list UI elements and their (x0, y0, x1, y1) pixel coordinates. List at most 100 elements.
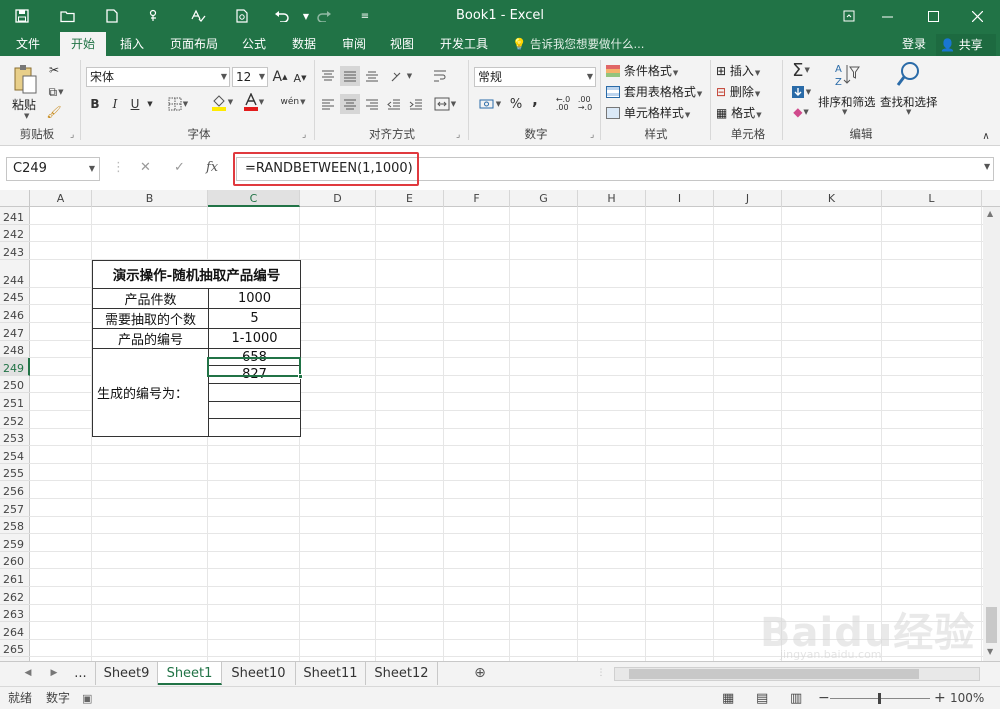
alignment-launcher-icon[interactable]: ⌟ (456, 130, 460, 140)
spellcheck-icon[interactable] (186, 4, 210, 28)
row-header-252[interactable]: 252 (0, 411, 30, 429)
align-middle-icon[interactable] (340, 66, 360, 86)
tab-review[interactable]: 审阅 (332, 32, 376, 56)
zoom-slider-knob[interactable] (878, 693, 881, 704)
open-icon[interactable] (56, 4, 80, 28)
sheet-tab-sheet11[interactable]: Sheet11 (296, 662, 366, 685)
number-launcher-icon[interactable]: ⌟ (590, 130, 594, 140)
customize-icon[interactable]: ≡ (353, 4, 377, 28)
print-preview-icon[interactable] (230, 4, 254, 28)
format-as-table-button[interactable]: 套用表格格式▼ (606, 83, 702, 100)
row-header-256[interactable]: 256 (0, 481, 30, 499)
decrease-decimal-icon[interactable]: .00 →.0 (576, 94, 594, 114)
shrink-font-icon[interactable]: A ▼ (292, 68, 308, 88)
table-title[interactable]: 演示操作-随机抽取产品编号 (92, 259, 301, 289)
cut-icon[interactable]: ✂ (44, 60, 64, 80)
add-sheet-button[interactable]: ⊕ (470, 662, 490, 685)
tell-me-box[interactable]: 💡 告诉我您想要做什么... (512, 32, 644, 56)
orientation-icon[interactable]: ▼ (386, 66, 416, 86)
align-top-icon[interactable] (318, 66, 338, 86)
increase-decimal-icon[interactable]: ←.0.00 (554, 94, 572, 114)
row-header-246[interactable]: 246 (0, 305, 30, 323)
table-row-label[interactable]: 产品的编号 (92, 327, 209, 349)
font-name-select[interactable]: 宋体 ▼ (86, 67, 230, 87)
row-header-262[interactable]: 262 (0, 587, 30, 605)
font-size-select[interactable]: 12 ▼ (232, 67, 268, 87)
tab-developer[interactable]: 开发工具 (432, 32, 496, 56)
row-header-265[interactable]: 265 (0, 640, 30, 658)
column-header-e[interactable]: E (376, 190, 444, 207)
row-header-263[interactable]: 263 (0, 605, 30, 623)
row-header-249[interactable]: 249 (0, 358, 30, 376)
table-row-value[interactable]: 1000 (208, 287, 301, 309)
row-header-251[interactable]: 251 (0, 393, 30, 411)
column-header-c[interactable]: C (208, 190, 300, 207)
redo-icon[interactable] (312, 4, 336, 28)
format-painter-icon[interactable]: 🖌 (44, 102, 64, 122)
result-cell[interactable] (208, 400, 301, 420)
page-break-view-icon[interactable]: ▥ (790, 687, 802, 709)
row-header-258[interactable]: 258 (0, 517, 30, 535)
tab-insert[interactable]: 插入 (110, 32, 154, 56)
row-header-245[interactable]: 245 (0, 288, 30, 306)
column-header-b[interactable]: B (92, 190, 208, 207)
tab-file[interactable]: 文件 (4, 32, 52, 56)
paste-icon[interactable] (10, 62, 40, 98)
row-header-243[interactable]: 243 (0, 242, 30, 260)
percent-button[interactable]: % (508, 94, 524, 114)
insert-function-icon[interactable]: fx (206, 160, 218, 175)
font-color-icon[interactable]: ▼ (240, 92, 268, 112)
align-bottom-icon[interactable] (362, 66, 382, 86)
align-left-icon[interactable] (318, 94, 338, 114)
tab-data[interactable]: 数据 (282, 32, 326, 56)
table-row-value[interactable]: 5 (208, 307, 301, 329)
result-cell[interactable]: 658 (208, 347, 301, 367)
italic-button[interactable]: I (106, 94, 124, 114)
result-cell[interactable] (208, 382, 301, 402)
row-header-242[interactable]: 242 (0, 225, 30, 243)
select-all-corner[interactable] (0, 190, 30, 207)
paste-dropdown-icon[interactable]: ▼ (24, 112, 29, 120)
scroll-down-icon[interactable]: ▼ (987, 647, 993, 656)
clipboard-launcher-icon[interactable]: ⌟ (70, 130, 74, 140)
undo-icon[interactable] (270, 4, 294, 28)
comma-button[interactable]: , (528, 90, 542, 110)
wrap-text-icon[interactable] (430, 66, 450, 86)
font-launcher-icon[interactable]: ⌟ (302, 130, 306, 140)
column-header-j[interactable]: J (714, 190, 782, 207)
share-button[interactable]: 👤 共享 (936, 34, 996, 56)
paste-label[interactable]: 粘贴 (12, 96, 36, 113)
result-cell[interactable]: 827 (208, 365, 301, 384)
merge-center-icon[interactable]: ▼ (430, 94, 460, 114)
cells-area[interactable]: 演示操作-随机抽取产品编号 产品件数 1000 需要抽取的个数 5 产品的编号 1-1000… (30, 207, 1000, 661)
sheet-tab-sheet10[interactable]: Sheet10 (222, 662, 296, 685)
maximize-button[interactable] (910, 0, 956, 32)
column-header-a[interactable]: A (30, 190, 92, 207)
row-header-241[interactable]: 241 (0, 207, 30, 225)
zoom-out-button[interactable]: − (818, 687, 830, 709)
scroll-thumb[interactable] (986, 607, 997, 643)
cancel-icon[interactable]: ✕ (140, 160, 151, 175)
column-header-h[interactable]: H (578, 190, 646, 207)
enter-icon[interactable]: ✓ (174, 160, 185, 175)
sheet-tab-sheet1[interactable]: Sheet1 (158, 662, 222, 685)
grow-font-icon[interactable]: A ▲ (272, 67, 288, 87)
zoom-in-button[interactable]: + (934, 687, 946, 709)
borders-icon[interactable]: ▼ (166, 94, 190, 114)
align-right-icon[interactable] (362, 94, 382, 114)
underline-dropdown-icon[interactable]: ▼ (144, 94, 156, 114)
result-cell[interactable] (208, 418, 301, 437)
insert-cells-button[interactable]: ⊞ 插入▼ (716, 62, 760, 79)
zoom-slider[interactable] (830, 693, 930, 704)
fill-color-icon[interactable]: ▼ (208, 92, 236, 112)
decrease-indent-icon[interactable] (384, 94, 404, 114)
column-header-i[interactable]: I (646, 190, 714, 207)
find-dropdown-icon[interactable]: ▼ (906, 108, 911, 116)
row-header-259[interactable]: 259 (0, 534, 30, 552)
copy-icon[interactable]: ⧉ ▼ (44, 82, 68, 102)
zoom-level[interactable]: 100% (950, 687, 984, 709)
new-icon[interactable] (100, 4, 124, 28)
row-header-247[interactable]: 247 (0, 323, 30, 341)
sheet-tab-sheet9[interactable]: Sheet9 (96, 662, 158, 685)
row-header-248[interactable]: 248 (0, 341, 30, 359)
